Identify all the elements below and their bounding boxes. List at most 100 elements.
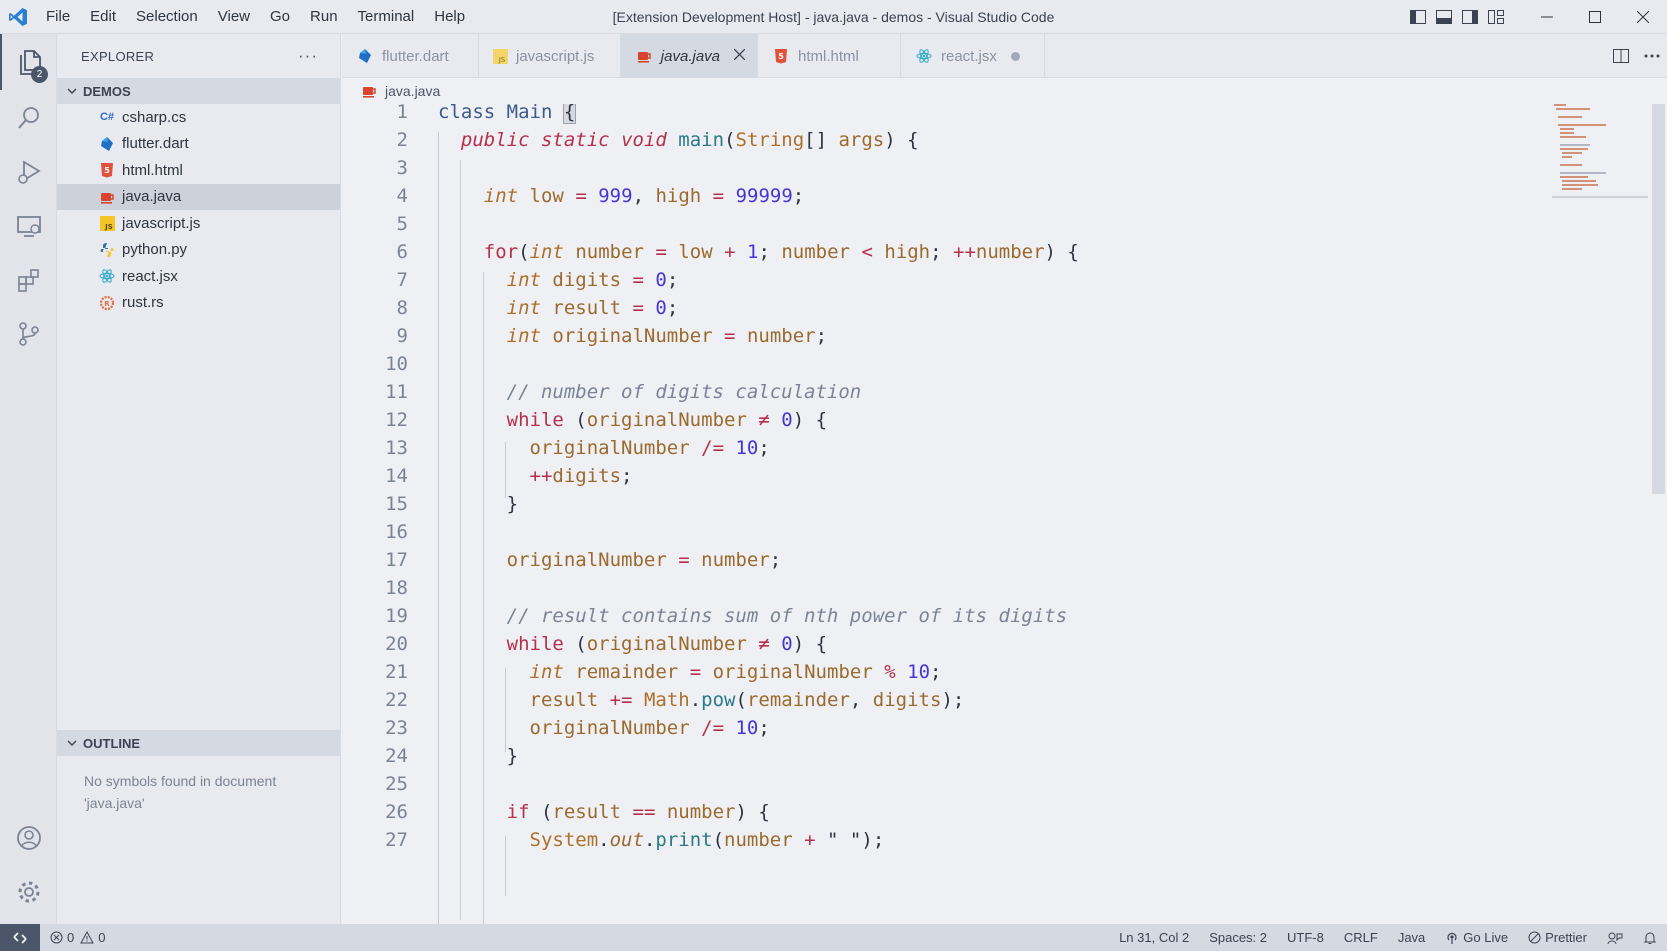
- csharp-icon: C#: [99, 111, 115, 124]
- code-line: 9 int originalNumber = number;: [342, 321, 1642, 351]
- explorer-title: EXPLORER: [81, 48, 155, 64]
- title-controls: [1405, 0, 1667, 34]
- toggle-panel-icon[interactable]: [1431, 0, 1457, 34]
- more-actions-icon[interactable]: [1636, 34, 1667, 78]
- minimize-icon[interactable]: [1523, 0, 1571, 34]
- code-editor[interactable]: 1 class Main { 2 public static void main(…: [342, 104, 1652, 924]
- code-line: 8 int result = 0;: [342, 293, 1642, 323]
- code-text: // result contains sum of nth power of i…: [506, 605, 1068, 627]
- explorer-sidebar: EXPLORER ··· DEMOS C# csharp.cs flutter.…: [57, 34, 341, 924]
- breadcrumb[interactable]: java.java: [342, 78, 440, 104]
- tab-react-jsx[interactable]: react.jsx: [901, 34, 1045, 78]
- menu-selection[interactable]: Selection: [126, 0, 208, 34]
- prettier-button[interactable]: Prettier: [1518, 924, 1597, 951]
- file-name: python.py: [122, 241, 188, 259]
- code-line: 21 int remainder = originalNumber % 10;: [342, 657, 1642, 687]
- tab-html-html[interactable]: 5 html.html: [758, 34, 901, 78]
- indentation[interactable]: Spaces: 2: [1199, 924, 1277, 951]
- line-number: 27: [385, 829, 408, 851]
- java-icon: [361, 83, 377, 99]
- unsaved-dot-icon[interactable]: [1010, 51, 1020, 61]
- code-text: int digits = 0;: [506, 269, 679, 291]
- editor-scrollbar[interactable]: [1652, 104, 1665, 494]
- go-live-button[interactable]: Go Live: [1435, 924, 1518, 951]
- source-control-icon[interactable]: [0, 306, 57, 362]
- close-tab-icon[interactable]: [733, 47, 746, 65]
- file-item-rust[interactable]: R rust.rs: [57, 290, 340, 317]
- line-number: 22: [385, 689, 408, 711]
- menu-help[interactable]: Help: [424, 0, 475, 34]
- file-name: rust.rs: [122, 294, 164, 312]
- menu-terminal[interactable]: Terminal: [348, 0, 425, 34]
- toggle-secondary-sidebar-icon[interactable]: [1457, 0, 1483, 34]
- remote-explorer-icon[interactable]: [0, 198, 57, 254]
- minimap[interactable]: [1550, 104, 1650, 199]
- menu-go[interactable]: Go: [260, 0, 300, 34]
- react-icon: [915, 47, 933, 65]
- menu-edit[interactable]: Edit: [80, 0, 126, 34]
- remote-indicator-icon[interactable]: [0, 924, 40, 951]
- tab-label: flutter.dart: [382, 47, 449, 65]
- code-text: int result = 0;: [506, 297, 679, 319]
- html5-icon: 5: [772, 47, 790, 65]
- line-number: 3: [396, 157, 408, 179]
- status-right: Ln 31, Col 2 Spaces: 2 UTF-8 CRLF Java G…: [1109, 924, 1667, 951]
- customize-layout-icon[interactable]: [1483, 0, 1509, 34]
- svg-text:5: 5: [104, 166, 110, 175]
- file-item-html[interactable]: 5 html.html: [57, 157, 340, 184]
- menu-bar: File Edit Selection View Go Run Terminal…: [36, 0, 475, 34]
- menu-run[interactable]: Run: [300, 0, 348, 34]
- file-item-python[interactable]: python.py: [57, 237, 340, 264]
- problems-indicator[interactable]: 0 0: [40, 930, 105, 945]
- search-icon[interactable]: [0, 90, 57, 146]
- outline-empty-message: No symbols found in document 'java.java': [84, 773, 277, 811]
- code-text: class Main {: [438, 104, 577, 127]
- outline-section-header[interactable]: OUTLINE: [57, 730, 340, 756]
- javascript-icon: JS: [493, 47, 508, 65]
- code-line: 6 for(int number = low + 1; number < hig…: [342, 237, 1642, 267]
- toggle-primary-sidebar-icon[interactable]: [1405, 0, 1431, 34]
- file-item-react[interactable]: react.jsx: [57, 263, 340, 290]
- tab-flutter-dart[interactable]: flutter.dart: [342, 34, 479, 78]
- run-debug-icon[interactable]: [0, 144, 57, 200]
- settings-gear-icon[interactable]: [0, 864, 57, 920]
- split-editor-icon[interactable]: [1605, 34, 1636, 78]
- close-window-icon[interactable]: [1619, 0, 1667, 34]
- encoding[interactable]: UTF-8: [1277, 924, 1334, 951]
- line-number: 11: [385, 381, 408, 403]
- extensions-icon[interactable]: [0, 252, 57, 308]
- end-of-line[interactable]: CRLF: [1334, 924, 1388, 951]
- code-text: }: [438, 745, 519, 767]
- account-icon[interactable]: [0, 810, 57, 866]
- notifications-bell-icon[interactable]: [1633, 924, 1667, 951]
- code-line: 15 }: [342, 489, 1642, 519]
- explorer-badge: 2: [31, 66, 48, 83]
- javascript-icon: JS: [97, 213, 117, 233]
- feedback-icon[interactable]: [1597, 924, 1633, 951]
- code-line: 14 ++digits;: [342, 461, 1642, 491]
- maximize-icon[interactable]: [1571, 0, 1619, 34]
- file-item-csharp[interactable]: C# csharp.cs: [57, 104, 340, 131]
- code-text: ++digits;: [529, 465, 633, 487]
- explorer-icon[interactable]: 2: [0, 34, 57, 90]
- cursor-position[interactable]: Ln 31, Col 2: [1109, 924, 1199, 951]
- tab-java-java[interactable]: java.java: [621, 34, 758, 78]
- file-name: flutter.dart: [122, 135, 189, 153]
- breadcrumb-file[interactable]: java.java: [385, 83, 440, 99]
- prettier-disabled-icon: [1528, 931, 1541, 944]
- line-number: 6: [396, 241, 408, 263]
- warning-icon: [80, 931, 95, 944]
- more-actions-button[interactable]: ···: [298, 46, 318, 66]
- file-item-javascript[interactable]: JS javascript.js: [57, 210, 340, 237]
- line-number: 24: [385, 745, 408, 767]
- folder-section-header[interactable]: DEMOS: [57, 78, 340, 104]
- language-mode[interactable]: Java: [1388, 924, 1435, 951]
- code-text: result += Math.pow(remainder, digits);: [529, 689, 965, 711]
- menu-file[interactable]: File: [36, 0, 80, 34]
- file-item-flutter[interactable]: flutter.dart: [57, 131, 340, 158]
- menu-view[interactable]: View: [208, 0, 260, 34]
- code-line: 18: [342, 573, 1642, 603]
- file-item-java[interactable]: java.java: [57, 183, 340, 210]
- svg-text:5: 5: [778, 52, 784, 61]
- tab-javascript-js[interactable]: JS javascript.js: [479, 34, 621, 78]
